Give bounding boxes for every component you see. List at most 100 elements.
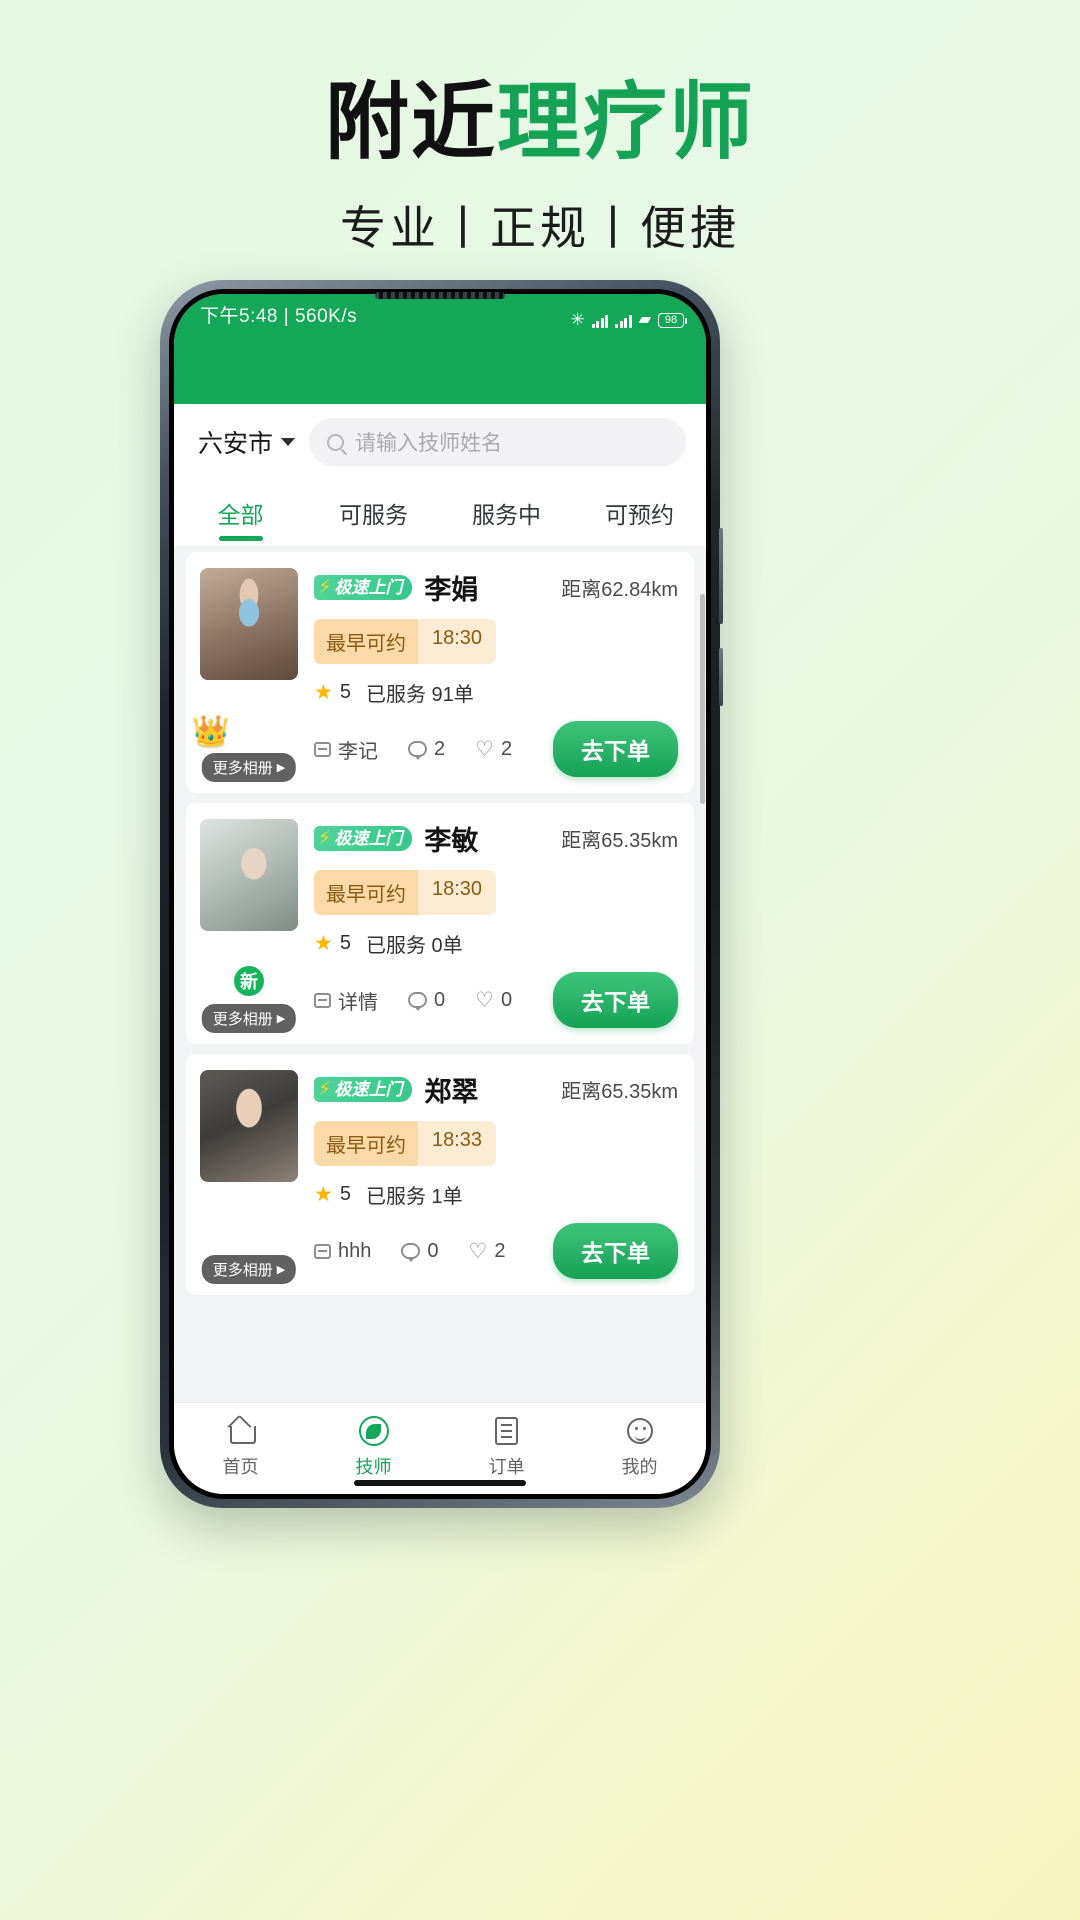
rating-row: ★ 5 已服务 1单	[314, 1180, 678, 1209]
like-info[interactable]: ♡ 2	[469, 1240, 506, 1263]
avatar[interactable]: 新 更多相册 ▶	[200, 819, 298, 1033]
more-album-label: 更多相册	[212, 760, 273, 777]
search-placeholder: 请输入技师姓名	[355, 432, 503, 455]
like-count: 2	[500, 737, 513, 760]
nav-item-profile[interactable]: 我的	[573, 1414, 706, 1479]
served-count: 已服务 91单	[365, 684, 474, 706]
more-album-button[interactable]: 更多相册 ▶	[201, 1255, 297, 1284]
shop-info[interactable]: 李记	[314, 735, 378, 764]
earliest-slot: 最早可约 18:30	[314, 619, 497, 664]
therapist-list[interactable]: 👑 更多相册 ▶ ⚡ 极速上门 李娟 距离62.84km 最早可约 18:30 …	[174, 546, 706, 1402]
city-selector[interactable]: 六安市	[198, 424, 296, 460]
comment-count: 0	[427, 1239, 439, 1262]
more-album-button[interactable]: 更多相册 ▶	[201, 1004, 297, 1033]
tab-bookable[interactable]: 可预约	[573, 486, 706, 546]
order-button[interactable]: 去下单	[553, 721, 678, 777]
new-badge-icon: 新	[232, 964, 266, 998]
bolt-icon: ⚡	[318, 1078, 332, 1100]
like-info[interactable]: ♡ 0	[475, 989, 512, 1012]
earliest-time: 18:33	[418, 1121, 497, 1166]
page-subtitle: 专业丨正规丨便捷	[340, 202, 740, 255]
bolt-icon: ⚡	[318, 576, 332, 598]
more-album-button[interactable]: 更多相册 ▶	[201, 753, 297, 782]
more-album-label: 更多相册	[212, 1262, 273, 1279]
nav-item-therapist[interactable]: 技师	[307, 1414, 440, 1479]
status-badge: ⚡ 极速上门	[314, 1076, 413, 1103]
nav-label-therapist: 技师	[355, 1457, 392, 1477]
order-icon	[440, 1414, 573, 1448]
shop-info[interactable]: hhh	[314, 1240, 371, 1263]
earliest-label: 最早可约	[314, 619, 418, 664]
nav-item-home[interactable]: 首页	[174, 1414, 307, 1479]
avatar[interactable]: 更多相册 ▶	[200, 1070, 298, 1284]
badge-label: 极速上门	[334, 577, 403, 597]
therapist-name: 郑翠	[424, 1077, 479, 1107]
shop-name: 李记	[338, 740, 378, 763]
poster-header: 附近理疗师 专业丨正规丨便捷	[0, 0, 1080, 258]
battery-indicator: 98	[658, 313, 687, 328]
order-button[interactable]: 去下单	[553, 972, 678, 1028]
earliest-slot: 最早可约 18:33	[314, 1121, 497, 1166]
avatar[interactable]: 👑 更多相册 ▶	[192, 568, 298, 782]
tab-all[interactable]: 全部	[174, 486, 307, 546]
home-indicator	[354, 1480, 526, 1486]
shop-name: hhh	[338, 1239, 372, 1262]
therapist-name: 李娟	[424, 575, 479, 605]
therapist-name: 李敏	[424, 826, 479, 856]
search-row: 六安市 请输入技师姓名	[174, 404, 706, 482]
more-album-label: 更多相册	[212, 1011, 273, 1028]
heart-icon: ♡	[475, 988, 494, 1012]
shop-icon	[314, 1243, 331, 1259]
order-button[interactable]: 去下单	[553, 1223, 678, 1279]
tab-in-service[interactable]: 服务中	[440, 486, 573, 546]
shop-name: 详情	[338, 991, 378, 1014]
comment-count: 2	[434, 737, 446, 760]
chevron-down-icon	[281, 438, 296, 446]
chevron-right-icon: ▶	[276, 1264, 286, 1276]
rating-value: 5	[339, 1183, 351, 1205]
earliest-label: 最早可约	[314, 1121, 418, 1166]
scrollbar[interactable]	[700, 594, 705, 804]
nav-item-orders[interactable]: 订单	[440, 1414, 573, 1479]
bolt-icon: ⚡	[318, 827, 332, 849]
meta-row: 李记 2 ♡ 2 去下单	[314, 721, 678, 777]
table-row[interactable]: 新 更多相册 ▶ ⚡ 极速上门 李敏 距离65.35km 最早可约 18:30 …	[186, 803, 694, 1044]
status-badge: ⚡ 极速上门	[314, 825, 413, 852]
home-icon	[174, 1414, 307, 1448]
like-info[interactable]: ♡ 2	[475, 738, 512, 761]
status-badge: ⚡ 极速上门	[314, 574, 413, 601]
earliest-label: 最早可约	[314, 870, 418, 915]
power-button	[719, 648, 723, 706]
tab-available[interactable]: 可服务	[307, 486, 440, 546]
status-time-speed: 下午5:48 | 560K/s	[200, 306, 358, 327]
shop-info[interactable]: 详情	[314, 986, 378, 1015]
chevron-right-icon: ▶	[276, 1013, 286, 1025]
status-bar: 下午5:48 | 560K/s ✳ ▰ 98	[174, 294, 706, 330]
city-name: 六安市	[198, 430, 274, 458]
star-icon: ★	[314, 1183, 333, 1206]
comment-info[interactable]: 0	[401, 1239, 439, 1263]
headline-green: 理疗师	[497, 75, 756, 169]
rating-row: ★ 5 已服务 91单	[314, 678, 678, 707]
comment-icon	[401, 1243, 421, 1262]
leaf-icon	[307, 1414, 440, 1448]
comment-info[interactable]: 0	[408, 989, 445, 1012]
like-count: 0	[500, 988, 513, 1011]
signal-bars-icon-2	[615, 315, 632, 328]
table-row[interactable]: 👑 更多相册 ▶ ⚡ 极速上门 李娟 距离62.84km 最早可约 18:30 …	[186, 552, 694, 793]
nav-label-orders: 订单	[488, 1457, 525, 1477]
distance-label: 距离62.84km	[561, 579, 678, 601]
served-count: 已服务 1单	[365, 1186, 463, 1208]
heart-icon: ♡	[475, 737, 494, 761]
shop-icon	[314, 741, 331, 757]
comment-count: 0	[434, 988, 446, 1011]
earliest-time: 18:30	[418, 870, 497, 915]
meta-row: hhh 0 ♡ 2 去下单	[314, 1223, 678, 1279]
crown-icon: 👑	[192, 715, 230, 748]
comment-info[interactable]: 2	[408, 738, 445, 761]
shop-icon	[314, 992, 331, 1008]
search-input[interactable]: 请输入技师姓名	[309, 418, 686, 466]
rating-value: 5	[339, 681, 351, 703]
table-row[interactable]: 更多相册 ▶ ⚡ 极速上门 郑翠 距离65.35km 最早可约 18:33 ★ …	[186, 1054, 694, 1295]
badge-label: 极速上门	[334, 828, 403, 848]
